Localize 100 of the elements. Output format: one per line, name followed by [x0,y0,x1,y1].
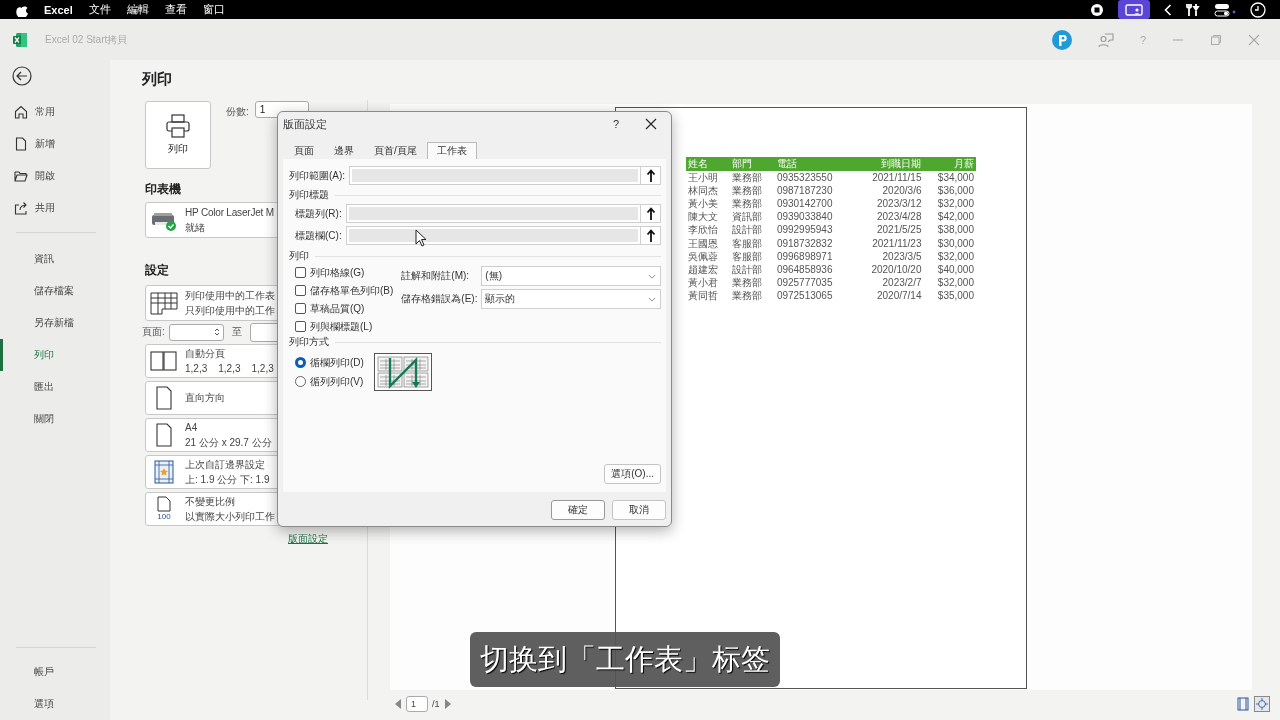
folder-icon [14,169,28,183]
radio-button[interactable] [295,357,306,368]
tab[interactable]: 邊界 [324,142,364,159]
stop-record-icon[interactable] [1090,2,1104,17]
print-area-field[interactable] [349,166,640,185]
spreadsheet-app-icon [12,31,28,48]
clock-icon[interactable] [1250,1,1266,18]
table-cell-text: 2023/3/5 [881,250,923,264]
checkbox[interactable] [295,303,306,314]
column-header: 姓名 [686,157,731,171]
table-cell-text: 資訊部 [731,210,764,224]
title-columns-field[interactable] [345,226,640,245]
title-rows-field[interactable] [345,204,640,223]
close-icon[interactable] [645,118,657,130]
cancel-button[interactable]: 取消 [612,500,666,520]
checkbox-label: 草稿品質(Q) [310,301,365,316]
page-setup-link[interactable]: 版面設定 [288,532,367,546]
checkbox[interactable] [295,267,306,278]
tools-icon[interactable] [1186,2,1200,17]
table-cell-text: 設計部 [731,263,764,277]
table-cell-text: $32,000 [936,250,975,264]
next-page-icon[interactable] [443,698,452,710]
collapse-button[interactable] [640,166,661,185]
checkbox-label: 列與欄標題(L) [310,319,373,334]
zoom-to-page-button[interactable] [1254,696,1270,712]
nav-item[interactable]: 另存新檔 [0,307,110,339]
table-cell-text: 2023/4/28 [876,210,923,224]
app-menu[interactable]: Excel [44,3,73,16]
options-button[interactable]: 選項(O)... [604,464,661,484]
table-cell-text: 2023/2/7 [881,276,923,290]
new-document-icon [14,137,28,151]
checkbox[interactable] [295,285,306,296]
nav-item[interactable]: 選項 [0,688,110,720]
table-cell-text: $32,000 [936,276,975,290]
nav-item[interactable]: 常用 [0,96,110,128]
nav-item[interactable]: 帳戶 [0,656,110,688]
comments-dropdown[interactable]: (無) [481,266,661,286]
table-cell-text: 陳大文 [687,210,719,224]
menu-item[interactable]: 窗口 [202,2,225,17]
show-margins-icon[interactable] [1236,697,1250,711]
nav-item[interactable]: 匯出 [0,371,110,403]
radio-button[interactable] [295,376,306,387]
page-title: 列印 [142,70,173,89]
table-cell-text: 客服部 [731,236,764,251]
title-rows-label: 標題列(R): [295,206,342,221]
share-icon [14,201,28,215]
table-cell-text: 0996898971 [775,250,834,264]
app-logo-icon[interactable] [1051,29,1072,50]
table-cell-text: 2021/5/25 [876,223,923,237]
table-cell-text: 客服部 [731,250,764,264]
collapse-button[interactable] [640,226,661,245]
mouse-pointer-icon [415,229,427,247]
home-icon [14,105,28,119]
column-header: 電話 [774,157,853,171]
toggle-icon[interactable] [1214,2,1236,17]
nav-item[interactable]: 共用 [0,192,110,224]
nav-item[interactable]: 新增 [0,128,110,160]
dialog-title: 版面設定 [283,116,327,132]
ok-button[interactable]: 確定 [551,500,605,520]
tab[interactable]: 頁首/頁尾 [364,142,427,159]
column-header: 月薪 [923,157,976,171]
column-header: 到職日期 [852,157,924,171]
up-arrow-icon [645,168,656,183]
up-arrow-icon [645,228,656,243]
menu-item[interactable]: 文件 [88,2,111,17]
nav-item[interactable]: 資訊 [0,243,110,275]
menu-item[interactable]: 查看 [164,2,187,17]
screen-share-button[interactable] [1118,0,1150,19]
page-from-field[interactable] [168,323,224,341]
chevron-left-icon[interactable] [1164,3,1172,16]
section-heading: 印表機 [145,181,181,198]
collapse-button[interactable] [640,204,661,223]
table-cell-text: $32,000 [936,197,975,211]
table-cell-text: $30,000 [936,236,975,251]
table-cell: 業務部 [730,197,775,211]
menu-item[interactable]: 編輯 [126,2,149,17]
table-cell-text: 吳佩蓉 [687,250,719,264]
help-button[interactable]: ? [612,118,619,130]
table-cell-text: 趙建宏 [687,263,719,277]
print-button[interactable]: 列印 [145,101,211,169]
nav-item[interactable]: 關閉 [0,403,110,435]
table-cell-text: 0992995943 [775,223,834,237]
table-cell-text: 0939033840 [775,210,834,224]
to-label: 至 [231,325,242,339]
table-cell-text: 0918732832 [775,236,834,251]
video-caption: 切换到「工作表」标签 [470,632,780,687]
table-cell: 黃小美 [686,197,731,211]
nav-item[interactable]: 開啟 [0,160,110,192]
page-number-field[interactable]: 1 [406,696,428,712]
back-icon[interactable] [12,66,32,86]
group-heading: 列印標題 [289,188,329,202]
table-cell-text: 0925777035 [775,276,834,290]
tab[interactable]: 工作表 [426,142,477,159]
checkbox[interactable] [295,321,306,332]
nav-item[interactable]: 儲存檔案 [0,275,110,307]
tab[interactable]: 頁面 [284,142,324,159]
cell-errors-dropdown[interactable]: 顯示的 [481,289,661,309]
table-cell: $34,000 [923,171,976,185]
previous-page-icon[interactable] [394,698,402,710]
screen-share-icon [1125,3,1143,16]
